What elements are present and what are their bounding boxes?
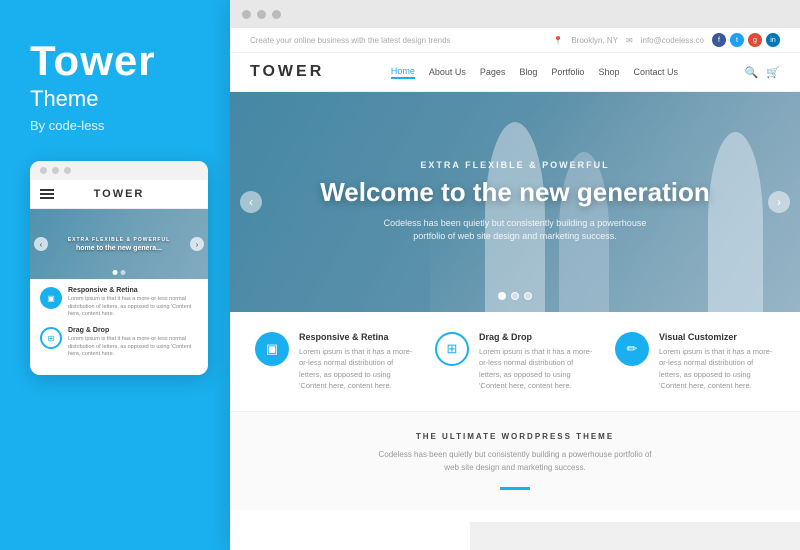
nav-link-portfolio[interactable]: Portfolio [551,67,584,77]
hero-dots [498,292,532,300]
feature-col-1: ▣ Responsive & Retina Lorem ipsum is tha… [255,332,415,391]
website-header-top: Create your online business with the lat… [230,28,800,53]
hero-next-button[interactable]: › [768,191,790,213]
hero-dot-2[interactable] [511,292,519,300]
hero-tagline: EXTRA FLEXIBLE & POWERFUL [320,160,710,170]
hero-prev-button[interactable]: ‹ [240,191,262,213]
mobile-hero-dots [113,270,126,275]
hero-dot-3[interactable] [524,292,532,300]
header-location-icon: 📍 [553,36,563,45]
mobile-feature-desc-responsive: Lorem ipsum is that it has a more-or-les… [68,296,198,319]
hero-description: Codeless has been quietly but consistent… [375,217,655,244]
nav-link-pages[interactable]: Pages [480,67,506,77]
googleplus-icon[interactable]: g [748,33,762,47]
nav-link-home[interactable]: Home [391,66,415,79]
header-info-left: Create your online business with the lat… [250,36,451,45]
mobile-nav: TOWER [30,180,208,209]
linkedin-icon[interactable]: in [766,33,780,47]
desktop-mockup: Create your online business with the lat… [230,0,800,550]
mobile-feature-title-drag: Drag & Drop [68,327,198,334]
mobile-hero-title: home to the new genera... [68,245,170,252]
mobile-hero-next[interactable]: › [190,237,204,251]
mobile-feature-text-drag: Drag & Drop Lorem ipsum is that it has a… [68,327,198,359]
dot-1 [40,167,47,174]
social-icons: f t g in [712,33,780,47]
bottom-tag: THE ULTIMATE WORDPRESS THEME [255,432,775,441]
website-nav: TOWER Home About Us Pages Blog Portfolio… [230,53,800,92]
desktop-dot-2 [257,10,266,19]
nav-links: Home About Us Pages Blog Portfolio Shop … [391,66,678,79]
dot-3 [64,167,71,174]
feature-col-2: ⊞ Drag & Drop Lorem ipsum is that it has… [435,332,595,391]
brand-title: Tower [30,40,156,82]
nav-icons: 🔍 🛒 [745,66,780,79]
mobile-mockup: TOWER EXTRA FLEXIBLE & POWERFUL home to … [30,161,208,375]
mobile-dot-1[interactable] [113,270,118,275]
brand-subtitle: Theme [30,86,98,112]
mobile-hero-prev[interactable]: ‹ [34,237,48,251]
bottom-bar [470,522,800,550]
mobile-feature-title-responsive: Responsive & Retina [68,287,198,294]
mobile-hero-text: EXTRA FLEXIBLE & POWERFUL home to the ne… [68,237,170,252]
feature-desc-responsive: Lorem ipsum is that it has a more-or-les… [299,346,415,391]
feature-icon-visual: ✏ [615,332,649,366]
feature-title-drag: Drag & Drop [479,332,595,342]
features-section: ▣ Responsive & Retina Lorem ipsum is tha… [230,312,800,412]
bottom-divider [500,487,530,490]
mobile-site-logo: TOWER [94,188,145,200]
desktop-dot-1 [242,10,251,19]
hero-dot-1[interactable] [498,292,506,300]
header-info-right: 📍 Brooklyn, NY ✉ info@codeless.co f t g … [553,33,780,47]
feature-icon-responsive: ▣ [255,332,289,366]
hamburger-menu[interactable] [40,189,54,199]
feature-text-drag: Drag & Drop Lorem ipsum is that it has a… [479,332,595,391]
search-icon[interactable]: 🔍 [745,66,759,79]
feature-text-visual: Visual Customizer Lorem ipsum is that it… [659,332,775,391]
desktop-dot-3 [272,10,281,19]
mobile-feature-icon-drag: ⊞ [40,327,62,349]
hamburger-line [40,193,54,195]
feature-text-responsive: Responsive & Retina Lorem ipsum is that … [299,332,415,391]
site-logo: TOWER [250,63,324,81]
mobile-feature-icon-responsive: ▣ [40,287,62,309]
mobile-dot-2[interactable] [121,270,126,275]
feature-title-responsive: Responsive & Retina [299,332,415,342]
hamburger-line [40,189,54,191]
nav-link-blog[interactable]: Blog [519,67,537,77]
twitter-icon[interactable]: t [730,33,744,47]
mobile-feature-item: ▣ Responsive & Retina Lorem ipsum is tha… [40,287,198,319]
mobile-hero: EXTRA FLEXIBLE & POWERFUL home to the ne… [30,209,208,279]
brand-by: By code-less [30,118,104,133]
hamburger-line [40,197,54,199]
cart-icon[interactable]: 🛒 [766,66,780,79]
nav-link-about[interactable]: About Us [429,67,466,77]
mobile-features: ▣ Responsive & Retina Lorem ipsum is tha… [30,279,208,375]
desktop-top-bar [230,0,800,28]
header-location: Brooklyn, NY [571,36,618,45]
dot-2 [52,167,59,174]
mobile-feature-text-responsive: Responsive & Retina Lorem ipsum is that … [68,287,198,319]
nav-link-shop[interactable]: Shop [598,67,619,77]
feature-desc-drag: Lorem ipsum is that it has a more-or-les… [479,346,595,391]
feature-title-visual: Visual Customizer [659,332,775,342]
hero-section: EXTRA FLEXIBLE & POWERFUL Welcome to the… [230,92,800,312]
bottom-section: THE ULTIMATE WORDPRESS THEME Codeless ha… [230,412,800,510]
mobile-top-bar [30,161,208,180]
facebook-icon[interactable]: f [712,33,726,47]
feature-col-3: ✏ Visual Customizer Lorem ipsum is that … [615,332,775,391]
mobile-feature-item-2: ⊞ Drag & Drop Lorem ipsum is that it has… [40,327,198,359]
header-email: info@codeless.co [641,36,704,45]
header-tagline: Create your online business with the lat… [250,36,451,45]
hero-title: Welcome to the new generation [320,178,710,207]
nav-link-contact[interactable]: Contact Us [633,67,678,77]
feature-desc-visual: Lorem ipsum is that it has a more-or-les… [659,346,775,391]
feature-icon-drag: ⊞ [435,332,469,366]
hero-content: EXTRA FLEXIBLE & POWERFUL Welcome to the… [280,160,750,244]
mobile-hero-tagline: EXTRA FLEXIBLE & POWERFUL [68,237,170,243]
header-email-icon: ✉ [626,36,633,45]
mobile-feature-desc-drag: Lorem ipsum is that it has a more-or-les… [68,336,198,359]
bottom-desc: Codeless has been quietly but consistent… [375,449,655,475]
left-panel: Tower Theme By code-less TOWER EXTRA FLE… [0,0,240,550]
